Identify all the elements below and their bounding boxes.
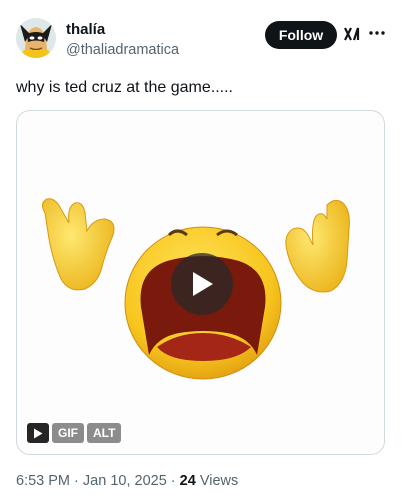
media-badges: GIF ALT [27, 423, 122, 443]
tweet-time[interactable]: 6:53 PM [16, 473, 70, 489]
views-count[interactable]: 24 [180, 473, 196, 489]
display-name[interactable]: thalía [66, 21, 179, 39]
tweet-header: thalía @thaliadramatica Follow [16, 18, 389, 60]
mini-play-button[interactable] [27, 423, 49, 443]
tweet-meta: 6:53 PM · Jan 10, 2025 · 24 Views [16, 472, 238, 490]
gif-media[interactable]: GIF ALT [16, 110, 385, 455]
user-handle[interactable]: @thaliadramatica [66, 41, 179, 60]
views-label: Views [199, 473, 239, 489]
left-hand-icon [41, 198, 115, 291]
mini-play-icon [34, 428, 43, 438]
user-names: thalía @thaliadramatica [66, 21, 179, 60]
meta-separator: · [74, 473, 79, 489]
avatar[interactable] [16, 18, 56, 58]
tweet-card: thalía @thaliadramatica Follow why is te… [0, 0, 403, 499]
wolverine-avatar-icon [16, 18, 56, 58]
gif-badge: GIF [52, 423, 84, 443]
play-button[interactable] [171, 253, 233, 315]
alt-badge[interactable]: ALT [87, 423, 122, 443]
tweet-text: why is ted cruz at the game..... [16, 79, 233, 96]
meta-separator: · [170, 473, 176, 489]
right-hand-icon [285, 199, 350, 293]
play-icon [193, 272, 213, 296]
grok-icon[interactable] [343, 25, 361, 43]
tweet-date[interactable]: Jan 10, 2025 [83, 473, 167, 489]
more-icon[interactable] [367, 23, 387, 43]
follow-button[interactable]: Follow [265, 21, 337, 49]
